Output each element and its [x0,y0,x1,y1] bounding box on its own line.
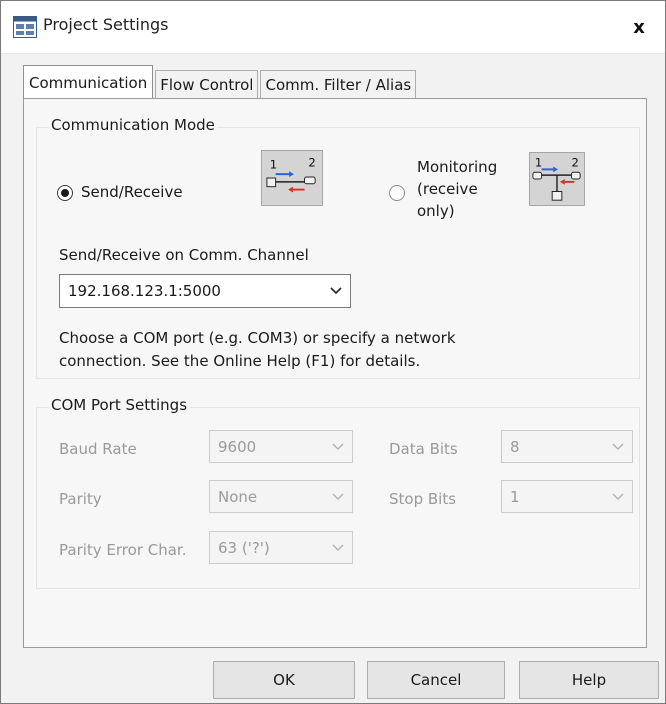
comm-channel-value: 192.168.123.1:5000 [68,282,221,300]
title-bar[interactable]: Project Settings x [1,1,665,54]
chevron-down-icon [332,493,344,500]
svg-text:1: 1 [535,155,542,169]
stop-bits-select[interactable]: 1 [501,480,633,513]
baud-rate-label: Baud Rate [59,440,137,458]
svg-text:2: 2 [571,155,578,169]
monitoring-label[interactable]: Monitoring (receive only) [417,156,497,222]
baud-rate-select[interactable]: 9600 [209,430,353,463]
tab-strip: Communication Flow Control Comm. Filter … [23,65,418,99]
parity-error-char-label: Parity Error Char. [59,541,187,559]
stop-bits-label: Stop Bits [389,490,457,508]
svg-text:2: 2 [308,155,315,169]
send-receive-radio[interactable] [57,185,73,201]
chevron-down-icon [330,287,342,295]
communication-mode-label: Communication Mode [49,116,217,134]
tap-monitor-icon: 1 2 [529,152,585,206]
close-button[interactable]: x [613,1,665,53]
chevron-down-icon [612,493,624,500]
help-text: Choose a COM port (e.g. COM3) or specify… [59,329,456,370]
parity-error-char-select[interactable]: 63 ('?') [209,531,353,564]
communication-tab-panel: Communication Mode Send/Receive 1 2 Moni… [23,98,647,648]
chevron-down-icon [332,544,344,551]
parity-select[interactable]: None [209,480,353,513]
app-window-icon [13,16,37,38]
chevron-down-icon [332,443,344,450]
project-settings-dialog: Project Settings x Communication Flow Co… [0,0,666,704]
communication-mode-group: Communication Mode Send/Receive 1 2 Moni… [36,116,640,379]
chevron-down-icon [612,443,624,450]
point-to-point-icon: 1 2 [261,150,323,206]
tab-comm-filter-alias[interactable]: Comm. Filter / Alias [260,70,417,99]
tab-flow-control[interactable]: Flow Control [155,70,259,99]
comm-channel-select[interactable]: 192.168.123.1:5000 [59,274,351,308]
svg-text:1: 1 [270,157,277,171]
data-bits-select[interactable]: 8 [501,430,633,463]
window-title: Project Settings [43,15,169,34]
tab-communication[interactable]: Communication [23,65,154,99]
send-receive-label[interactable]: Send/Receive [81,183,183,201]
monitoring-radio[interactable] [389,185,405,201]
help-button[interactable]: Help [519,661,659,699]
parity-label: Parity [59,490,102,508]
cancel-button[interactable]: Cancel [367,661,505,699]
com-port-settings-group: COM Port Settings Baud Rate 9600 Data Bi… [36,396,640,589]
channel-label: Send/Receive on Comm. Channel [59,246,309,264]
com-port-settings-label: COM Port Settings [49,396,190,414]
ok-button[interactable]: OK [213,661,355,699]
data-bits-label: Data Bits [389,440,458,458]
close-icon: x [633,16,645,38]
radio-selected-dot [61,189,69,197]
